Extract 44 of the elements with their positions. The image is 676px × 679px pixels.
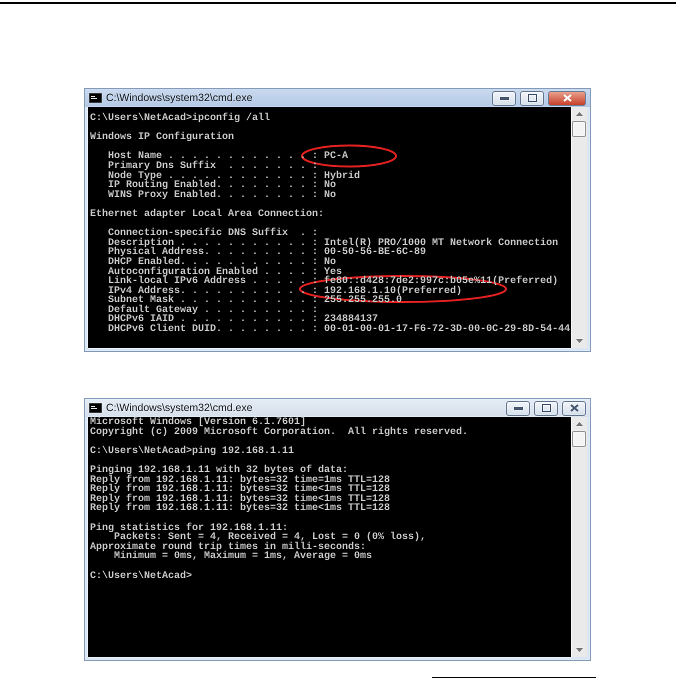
close-button[interactable] [548,90,586,106]
maximize-icon [528,94,536,102]
scroll-thumb[interactable] [572,121,586,137]
console-icon [89,93,102,103]
close-icon [562,94,572,102]
console-line: Reply from 192.168.1.11: bytes=32 time<1ms TTL=128 [90,504,392,514]
scroll-down-icon[interactable] [576,338,582,344]
console-line: Primary Dns Suffix . . . . . . . : [107,162,320,172]
maximize-icon [542,404,550,412]
scroll-up-icon[interactable] [576,111,582,117]
maximize-button[interactable] [534,400,558,416]
console-line: Windows IP Configuration [90,133,236,143]
close-icon [570,404,578,412]
window-title: C:\Windows\system32\cmd.exe [106,92,254,104]
scrollbar[interactable] [571,107,587,348]
console-line: DHCP Enabled. . . . . . . . . . . : No [107,258,336,268]
maximize-button[interactable] [520,90,544,106]
console-line: IP Routing Enabled. . . . . . . . : No [107,181,336,191]
minimize-icon [514,406,522,410]
scroll-thumb[interactable] [572,431,586,447]
console-line: Packets: Sent = 4, Received = 4, Lost = 0 (0% loss), [114,533,428,543]
console-line: Copyright (c) 2009 Microsoft Corporation. All rights reserved. [90,428,470,438]
scroll-up-icon[interactable] [576,421,582,427]
console-line: Connection-specific DNS Suffix . : [107,229,320,239]
minimize-button[interactable] [492,90,516,106]
close-button[interactable] [562,400,586,416]
console-line: DHCPv6 Client DUID. . . . . . . . : 00-01-00-01-17-F6-72-3D-00-0C-29-8D-54-44 [107,325,571,335]
console-line: Default Gateway . . . . . . . . . : [107,306,320,316]
window-title: C:\Windows\system32\cmd.exe [106,402,254,414]
console-line: C:\Users\NetAcad>ping 192.168.1.11 [90,446,296,456]
console-line: Host Name . . . . . . . . . . . . : PC-A [107,152,350,162]
scrollbar[interactable] [571,417,587,657]
minimize-button[interactable] [506,400,530,416]
minimize-icon [500,96,508,100]
scroll-down-icon[interactable] [576,647,582,653]
console-line: Ethernet adapter Local Area Connection: [90,210,326,220]
console-line: C:\Users\NetAcad> [90,572,194,582]
console-icon [89,403,102,413]
console-line: Physical Address. . . . . . . . . : 00-50-56-BE-6C-89 [107,248,428,258]
console-line: Reply from 192.168.1.11: bytes=32 time<1ms TTL=128 [90,485,392,495]
console-line: Pinging 192.168.1.11 with 32 bytes of data: [90,466,348,476]
console-line: Minimum = 0ms, Maximum = 1ms, Average = 0ms [114,552,374,562]
console-line: WINS Proxy Enabled. . . . . . . . : No [107,190,338,200]
console-line: C:\Users\NetAcad>ipconfig /all [90,114,272,124]
